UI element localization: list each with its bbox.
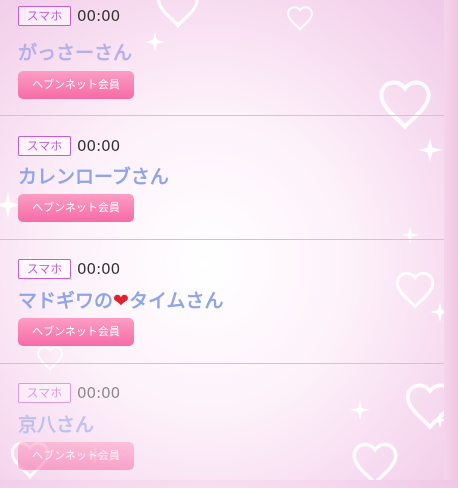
post-time: 00:00 <box>77 137 121 155</box>
item-meta: スマホ 00:00 <box>18 136 120 156</box>
post-time: 00:00 <box>77 260 121 278</box>
member-button[interactable]: ヘブンネット会員 <box>18 442 134 470</box>
member-button[interactable]: ヘブンネット会員 <box>18 71 134 99</box>
device-badge: スマホ <box>18 6 71 26</box>
item-meta: スマホ 00:00 <box>18 6 120 26</box>
user-name-part: マドギワの <box>18 290 114 312</box>
list-item[interactable]: スマホ 00:00 マドギワの❤タイムさん ヘブンネット会員 <box>0 240 444 364</box>
post-time: 00:00 <box>77 7 121 25</box>
list-item[interactable]: スマホ 00:00 がっさーさん ヘブンネット会員 <box>0 0 444 116</box>
user-name-part: タイムさん <box>128 290 224 312</box>
list-item[interactable]: スマホ 00:00 京八さん ヘブンネット会員 <box>0 364 444 488</box>
scrollbar[interactable] <box>444 0 458 480</box>
user-name[interactable]: がっさーさん <box>18 38 132 65</box>
member-button[interactable]: ヘブンネット会員 <box>18 194 134 222</box>
list-item[interactable]: スマホ 00:00 カレンローブさん ヘブンネット会員 <box>0 116 444 240</box>
user-name[interactable]: 京八さん <box>18 410 94 437</box>
item-meta: スマホ 00:00 <box>18 383 120 403</box>
user-name[interactable]: マドギワの❤タイムさん <box>18 286 224 313</box>
device-badge: スマホ <box>18 136 71 156</box>
heart-emoji-icon: ❤ <box>113 290 129 312</box>
device-badge: スマホ <box>18 259 71 279</box>
user-name[interactable]: カレンローブさん <box>18 162 169 189</box>
member-button[interactable]: ヘブンネット会員 <box>18 318 134 346</box>
item-meta: スマホ 00:00 <box>18 259 120 279</box>
device-badge: スマホ <box>18 383 71 403</box>
post-time: 00:00 <box>77 384 121 402</box>
